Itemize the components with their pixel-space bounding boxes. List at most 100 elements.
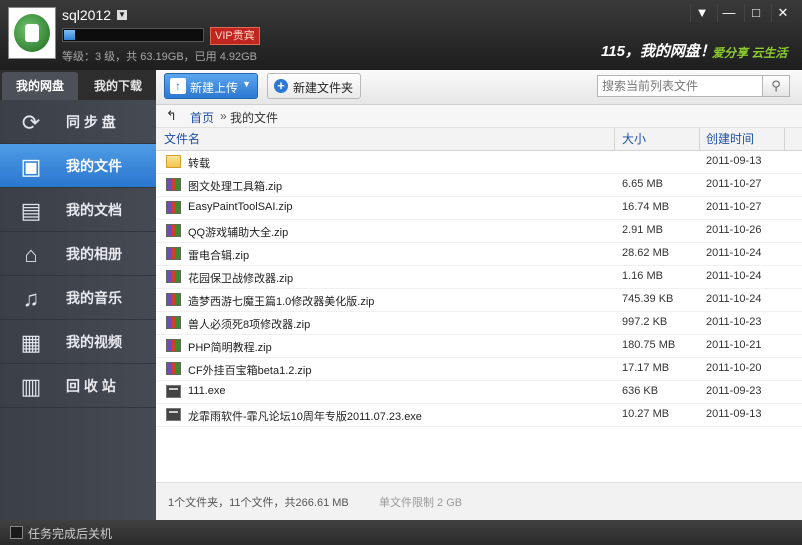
new-folder-button[interactable]: + 新建文件夹 [267, 73, 361, 99]
file-size: 16.74 MB [622, 201, 670, 213]
file-name[interactable]: 造梦西游七魔王篇1.0修改器美化版.zip [188, 293, 374, 309]
file-date: 2011-10-27 [706, 201, 762, 213]
shutdown-label[interactable]: 任务完成后关机 [28, 525, 112, 542]
file-size: 997.2 KB [622, 316, 668, 328]
username[interactable]: sql2012 [62, 7, 111, 23]
maximize-button[interactable]: □ [744, 4, 767, 22]
breadcrumb-current: 我的文件 [230, 111, 279, 125]
breadcrumb-separator: » [220, 109, 227, 123]
file-size: 28.62 MB [622, 247, 670, 259]
file-date: 2011-09-13 [706, 155, 762, 167]
sidebar-item-1[interactable]: ▣ 我的文件 [0, 144, 156, 188]
minimize-button[interactable]: — [717, 4, 740, 22]
file-name[interactable]: 兽人必须死8项修改器.zip [188, 316, 310, 332]
new-folder-label: 新建文件夹 [293, 81, 354, 95]
zip-archive-icon [166, 339, 181, 352]
table-row[interactable]: 111.exe 636 KB 2011-09-23 [156, 381, 802, 404]
file-name[interactable]: 图文处理工具箱.zip [188, 178, 282, 194]
file-name[interactable]: 转载 [188, 155, 210, 171]
file-date: 2011-09-23 [706, 385, 762, 397]
file-name[interactable]: 111.exe [188, 385, 226, 397]
zip-archive-icon [166, 270, 181, 283]
file-date: 2011-09-13 [706, 408, 762, 420]
vip-badge[interactable]: VIP贵宾 [210, 27, 260, 45]
file-name[interactable]: 雷电合辑.zip [188, 247, 249, 263]
document-icon: ▤ [20, 198, 42, 223]
column-header-name[interactable]: 文件名 [164, 128, 200, 150]
column-divider[interactable] [614, 128, 615, 150]
brand-slogan: 爱分享 云生活 [712, 46, 788, 60]
table-row[interactable]: 花园保卫战修改器.zip 1.16 MB 2011-10-24 [156, 266, 802, 289]
app-window: sql2012 ▼ VIP贵宾 等级：3 级，共 63.19GB，已用 4.92… [0, 0, 802, 545]
zip-archive-icon [166, 201, 181, 214]
main-panel: ↑ 新建上传 ▼ + 新建文件夹 ⚲ ↰ 首页 » 我的文件 文件名 大小 创建… [156, 70, 802, 521]
file-name[interactable]: PHP简明教程.zip [188, 339, 272, 355]
table-row[interactable]: 龙霏雨软件-霏凡论坛10周年专版2011.07.23.exe 10.27 MB 20… [156, 404, 802, 427]
table-row[interactable]: CF外挂百宝箱beta1.2.zip 17.17 MB 2011-10-20 [156, 358, 802, 381]
sidebar-item-5[interactable]: ▦ 我的视频 [0, 320, 156, 364]
window-menu-button[interactable]: ▼ [690, 4, 713, 22]
file-size: 2.91 MB [622, 224, 663, 236]
bottom-bar: 任务完成后关机 [0, 520, 802, 545]
table-row[interactable]: 图文处理工具箱.zip 6.65 MB 2011-10-27 [156, 174, 802, 197]
file-size: 180.75 MB [622, 339, 676, 351]
chevron-down-icon[interactable]: ▼ [242, 79, 251, 89]
file-date: 2011-10-24 [706, 247, 762, 259]
file-name[interactable]: CF外挂百宝箱beta1.2.zip [188, 362, 311, 378]
close-button[interactable]: ✕ [771, 4, 794, 22]
tab-my-disk[interactable]: 我的网盘 [2, 72, 78, 100]
quota-progress-bar [62, 28, 204, 42]
exe-file-icon [166, 385, 181, 398]
sidebar-item-0[interactable]: ⟳ 同 步 盘 [0, 100, 156, 144]
file-name[interactable]: EasyPaintToolSAI.zip [188, 201, 293, 213]
file-name[interactable]: QQ游戏辅助大全.zip [188, 224, 288, 240]
photo-album-icon: ⌂ [24, 242, 38, 267]
sidebar: 我的网盘 我的下载 ⟳ 同 步 盘 ▣ 我的文件 ▤ 我的文档 ⌂ 我的相册 ♫ 我的音乐 ▦ 我的视… [0, 70, 156, 520]
table-row[interactable]: 转载 2011-09-13 [156, 151, 802, 174]
search-icon[interactable]: ⚲ [763, 75, 790, 97]
column-divider[interactable] [699, 128, 700, 150]
sync-icon: ⟳ [21, 110, 41, 135]
zip-archive-icon [166, 178, 181, 191]
breadcrumb-home-link[interactable]: 首页 [190, 109, 214, 126]
file-name[interactable]: 龙霏雨软件-霏凡论坛10周年专版2011.07.23.exe [188, 408, 422, 424]
table-row[interactable]: QQ游戏辅助大全.zip 2.91 MB 2011-10-26 [156, 220, 802, 243]
table-row[interactable]: 造梦西游七魔王篇1.0修改器美化版.zip 745.39 KB 2011-10-24 [156, 289, 802, 312]
upload-button[interactable]: ↑ 新建上传 ▼ [164, 73, 258, 99]
column-header-size[interactable]: 大小 [622, 128, 646, 150]
toolbar: ↑ 新建上传 ▼ + 新建文件夹 ⚲ [156, 70, 802, 105]
sidebar-item-4[interactable]: ♫ 我的音乐 [0, 276, 156, 320]
file-date: 2011-10-21 [706, 339, 762, 351]
sidebar-item-6[interactable]: ▥ 回 收 站 [0, 364, 156, 408]
sidebar-item-label: 我的相册 [66, 246, 122, 262]
table-row[interactable]: EasyPaintToolSAI.zip 16.74 MB 2011-10-27 [156, 197, 802, 220]
column-header-date[interactable]: 创建时间 [706, 128, 754, 150]
file-size-limit: 单文件限制 2 GB [379, 497, 463, 509]
sidebar-item-3[interactable]: ⌂ 我的相册 [0, 232, 156, 276]
file-name[interactable]: 花园保卫战修改器.zip [188, 270, 293, 286]
sidebar-tabs: 我的网盘 我的下载 [0, 70, 156, 100]
search-input[interactable] [597, 75, 763, 97]
table-header: 文件名 大小 创建时间 [156, 128, 802, 151]
tab-my-downloads[interactable]: 我的下载 [80, 72, 156, 100]
file-date: 2011-10-24 [706, 293, 762, 305]
file-size: 10.27 MB [622, 408, 670, 420]
zip-archive-icon [166, 293, 181, 306]
brand-logo: 115，我的网盘！ [601, 43, 715, 60]
file-date: 2011-10-24 [706, 270, 762, 282]
file-list: 转载 2011-09-13 图文处理工具箱.zip 6.65 MB 2011-10-27… [156, 151, 802, 427]
table-row[interactable]: 雷电合辑.zip 28.62 MB 2011-10-24 [156, 243, 802, 266]
column-divider[interactable] [784, 128, 785, 150]
exe-file-icon [166, 408, 181, 421]
avatar[interactable] [8, 7, 56, 59]
file-size: 1.16 MB [622, 270, 663, 282]
user-menu-arrow-icon[interactable]: ▼ [117, 10, 127, 20]
shutdown-checkbox[interactable] [10, 526, 23, 539]
sidebar-item-label: 回 收 站 [66, 378, 116, 394]
table-row[interactable]: 兽人必须死8项修改器.zip 997.2 KB 2011-10-23 [156, 312, 802, 335]
sidebar-item-2[interactable]: ▤ 我的文档 [0, 188, 156, 232]
avatar-image [14, 14, 50, 52]
back-arrow-icon[interactable]: ↰ [166, 108, 177, 124]
upload-button-label: 新建上传 [190, 81, 239, 95]
table-row[interactable]: PHP简明教程.zip 180.75 MB 2011-10-21 [156, 335, 802, 358]
